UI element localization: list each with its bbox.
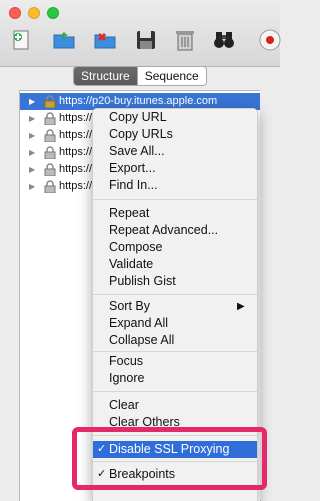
title-bar <box>0 0 282 67</box>
lock-icon <box>44 112 56 125</box>
import-icon[interactable] <box>93 28 117 52</box>
lock-icon <box>44 180 56 193</box>
host-url: https:// <box>59 112 93 124</box>
menu-separator <box>93 391 257 392</box>
trash-icon[interactable] <box>173 28 197 52</box>
menu-item-label: Copy URLs <box>109 127 173 141</box>
menu-item-save-all[interactable]: Save All... <box>93 143 257 160</box>
menu-separator <box>93 199 257 200</box>
menu-item-label: Sort By <box>109 299 150 313</box>
lock-icon <box>44 95 56 108</box>
menu-item-label: Clear <box>109 398 139 412</box>
menu-item-sort-by[interactable]: Sort By ▶ <box>93 298 257 315</box>
menu-item-repeat-advanced[interactable]: Repeat Advanced... <box>93 222 257 239</box>
tab-sequence[interactable]: Sequence <box>138 67 206 85</box>
host-url: https:// <box>59 163 93 175</box>
menu-item-publish-gist[interactable]: Publish Gist <box>93 273 257 290</box>
menu-item-validate[interactable]: Validate <box>93 256 257 273</box>
menu-separator <box>93 294 257 295</box>
menu-item-label: Save All... <box>109 144 165 158</box>
disclosure-triangle-icon[interactable]: ▶ <box>29 144 35 161</box>
tab-structure[interactable]: Structure <box>74 67 137 85</box>
menu-item-label: Export... <box>109 161 156 175</box>
open-icon[interactable] <box>52 28 76 52</box>
annotation-highlight-box <box>72 427 267 490</box>
menu-item-label: Expand All <box>109 316 169 330</box>
disclosure-triangle-icon[interactable]: ▶ <box>29 93 35 110</box>
menu-item-label: Focus <box>109 354 144 368</box>
menu-item-expand-all[interactable]: Expand All <box>93 315 257 332</box>
menu-item-label: Validate <box>109 257 154 271</box>
disclosure-triangle-icon[interactable]: ▶ <box>29 110 35 127</box>
disclosure-triangle-icon[interactable]: ▶ <box>29 127 35 144</box>
menu-item-label: Ignore <box>109 371 145 385</box>
host-url: https:// <box>59 129 93 141</box>
menu-item-label: Copy URL <box>109 110 167 124</box>
record-icon[interactable] <box>258 28 282 52</box>
menu-item-label: Repeat <box>109 206 150 220</box>
menu-item-repeat[interactable]: Repeat <box>93 205 257 222</box>
menu-item-find-in[interactable]: Find In... <box>93 177 257 194</box>
menu-item-copy-url[interactable]: Copy URL <box>93 109 257 126</box>
host-url: https:// <box>59 180 93 192</box>
disclosure-triangle-icon[interactable]: ▶ <box>29 161 35 178</box>
menu-item-export[interactable]: Export... <box>93 160 257 177</box>
menu-item-ignore[interactable]: Ignore <box>93 370 257 387</box>
menu-item-label: Compose <box>109 240 163 254</box>
menu-item-clear[interactable]: Clear <box>93 397 257 414</box>
menu-item-focus[interactable]: Focus <box>93 353 257 370</box>
menu-item-label: Publish Gist <box>109 274 176 288</box>
menu-item-label: Repeat Advanced... <box>109 223 219 237</box>
binoculars-icon[interactable] <box>212 28 236 52</box>
menu-item-label: Find In... <box>109 178 158 192</box>
menu-item-label: Collapse All <box>109 333 175 347</box>
minimize-window-button[interactable] <box>28 7 40 19</box>
menu-item-copy-urls[interactable]: Copy URLs <box>93 126 257 143</box>
submenu-arrow-icon: ▶ <box>237 301 245 312</box>
lock-icon <box>44 129 56 142</box>
close-window-button[interactable] <box>9 7 21 19</box>
lock-icon <box>44 163 56 176</box>
new-session-icon[interactable] <box>10 28 34 52</box>
menu-item-compose[interactable]: Compose <box>93 239 257 256</box>
host-url: https:// <box>59 146 93 158</box>
lock-icon <box>44 146 56 159</box>
zoom-window-button[interactable] <box>47 7 59 19</box>
save-icon[interactable] <box>134 28 158 52</box>
disclosure-triangle-icon[interactable]: ▶ <box>29 178 35 195</box>
view-tabs: Structure Sequence <box>73 66 207 86</box>
menu-separator <box>93 351 257 352</box>
menu-item-collapse-all[interactable]: Collapse All <box>93 332 257 349</box>
